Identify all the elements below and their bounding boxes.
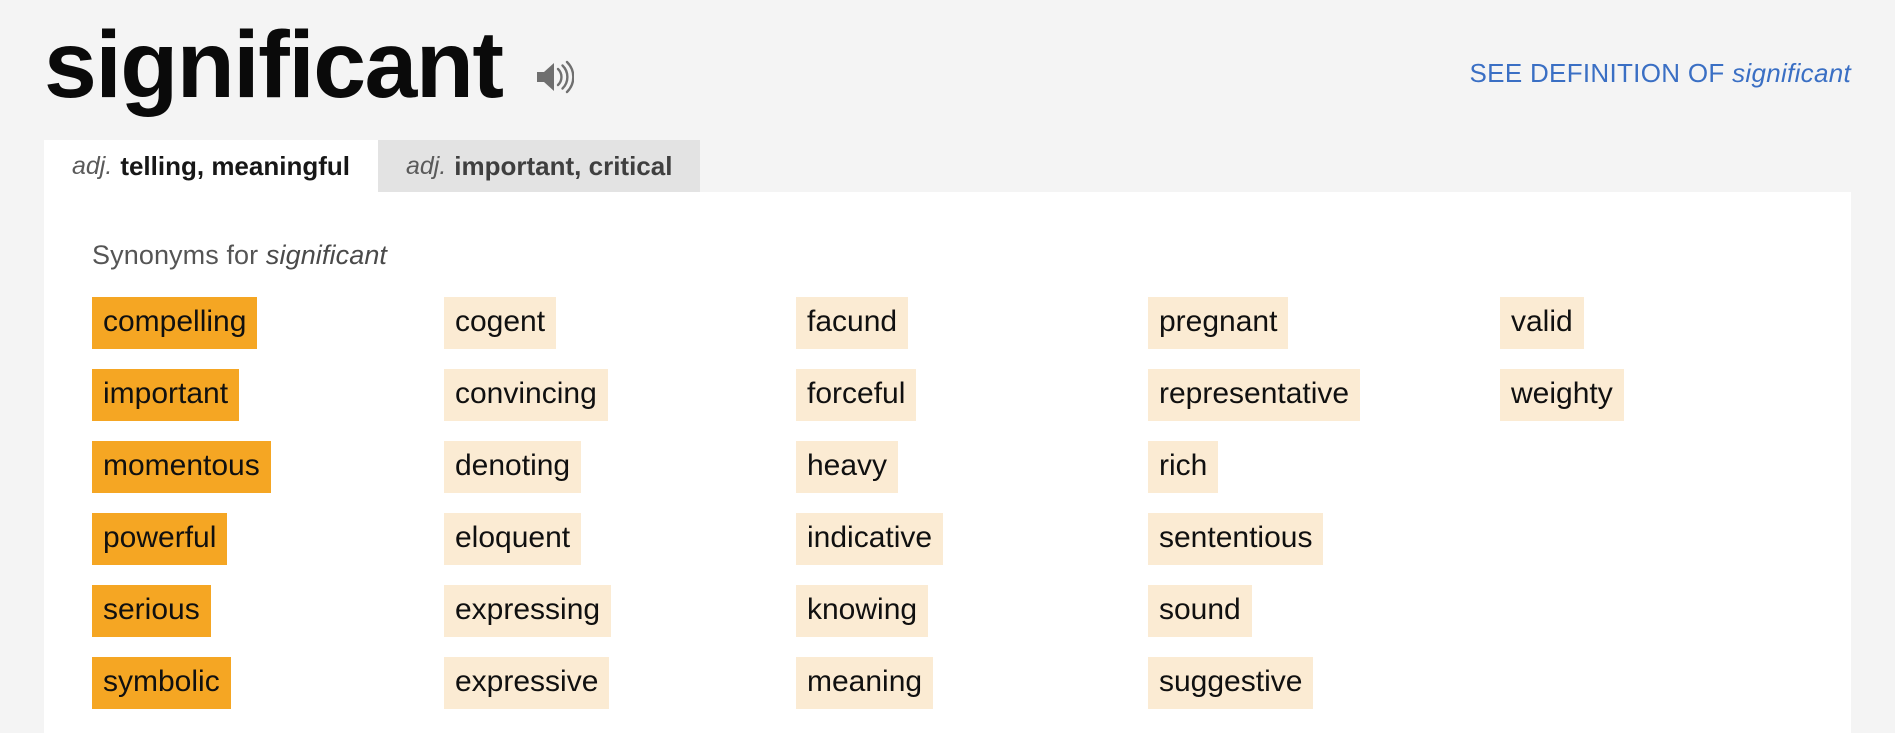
synonym-chip[interactable]: momentous [92, 441, 271, 493]
tab-important-critical[interactable]: adj. important, critical [377, 140, 701, 192]
synonym-chip[interactable]: sententious [1148, 513, 1324, 565]
synonym-column: facund forceful heavy indicative knowing mean… [796, 297, 1148, 709]
synonyms-panel: Synonyms for significant compelling impor… [44, 192, 1851, 733]
see-definition-word: significant [1732, 58, 1851, 88]
synonym-chip[interactable]: sound [1148, 585, 1252, 637]
page-header: significant SEE DEFINITION OF significan… [0, 0, 1895, 140]
thesaurus-page: significant SEE DEFINITION OF significan… [0, 0, 1895, 733]
see-definition-prefix: SEE DEFINITION OF [1469, 58, 1725, 88]
synonym-column: cogent convincing denoting eloquent expressi… [444, 297, 796, 709]
tab-label: telling, meaningful [120, 150, 350, 181]
synonym-chip[interactable]: knowing [796, 585, 929, 637]
synonym-chip[interactable]: serious [92, 585, 211, 637]
tab-telling-meaningful[interactable]: adj. telling, meaningful [44, 140, 378, 192]
synonym-chip[interactable]: pregnant [1148, 297, 1289, 349]
tab-label: important, critical [454, 150, 673, 181]
synonym-chip[interactable]: valid [1500, 297, 1584, 349]
synonym-chip[interactable]: representative [1148, 369, 1361, 421]
synonym-column: compelling important momentous powerful seri… [92, 297, 444, 709]
synonym-chip[interactable]: heavy [796, 441, 899, 493]
synonym-chip[interactable]: meaning [796, 657, 934, 709]
synonym-column: valid weighty [1500, 297, 1852, 709]
synonym-chip[interactable]: weighty [1500, 369, 1624, 421]
synonym-chip[interactable]: facund [796, 297, 909, 349]
headword-group: significant [44, 18, 577, 113]
synonym-chip[interactable]: important [92, 369, 240, 421]
synonyms-heading-prefix: Synonyms for [92, 240, 259, 270]
synonym-chip[interactable]: suggestive [1148, 657, 1314, 709]
synonym-chip[interactable]: expressive [444, 657, 610, 709]
synonym-chip[interactable]: indicative [796, 513, 944, 565]
speaker-icon[interactable] [531, 56, 577, 98]
tab-pos-label: adj. [405, 151, 447, 180]
synonym-column: pregnant representative rich sententious sou… [1148, 297, 1500, 709]
synonym-chip[interactable]: eloquent [444, 513, 582, 565]
synonym-chip[interactable]: expressing [444, 585, 612, 637]
synonym-chip[interactable]: denoting [444, 441, 582, 493]
synonym-chip[interactable]: forceful [796, 369, 917, 421]
sense-tabs: adj. telling, meaningful adj. important,… [0, 140, 1895, 192]
synonym-chip[interactable]: convincing [444, 369, 608, 421]
synonym-chip[interactable]: compelling [92, 297, 258, 349]
synonym-chip[interactable]: symbolic [92, 657, 231, 709]
see-definition-link[interactable]: SEE DEFINITION OF significant [1470, 58, 1851, 89]
page-title: significant [44, 12, 504, 118]
synonym-grid: compelling important momentous powerful seri… [92, 297, 1851, 709]
synonyms-heading-word: significant [265, 240, 388, 270]
synonyms-heading: Synonyms for significant [92, 240, 1851, 271]
tab-pos-label: adj. [72, 151, 113, 180]
synonym-chip[interactable]: cogent [444, 297, 557, 349]
synonym-chip[interactable]: rich [1148, 441, 1219, 493]
synonym-chip[interactable]: powerful [92, 513, 228, 565]
